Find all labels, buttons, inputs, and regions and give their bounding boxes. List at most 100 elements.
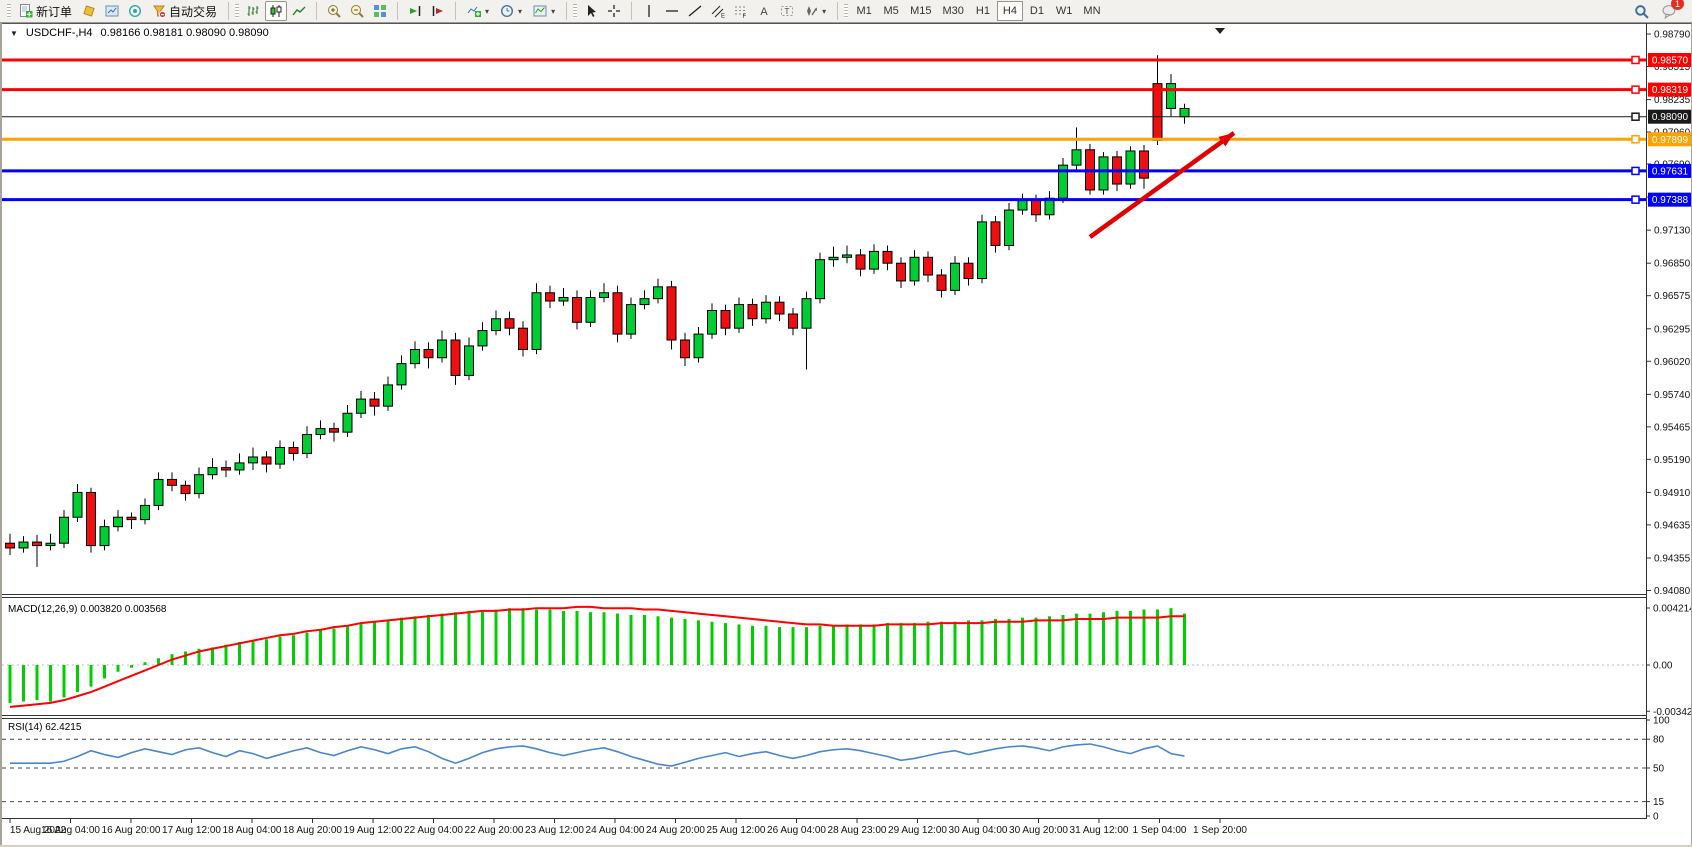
macd-histogram-bar — [778, 627, 781, 665]
level-handle[interactable] — [1632, 113, 1639, 120]
bull-candle — [1005, 210, 1014, 245]
crosshair-button[interactable] — [603, 1, 625, 21]
bull-candle — [600, 293, 609, 298]
level-handle[interactable] — [1632, 56, 1639, 63]
zoom-in-button[interactable] — [323, 1, 345, 21]
auto-scroll-button[interactable] — [404, 1, 426, 21]
timeframe-mn[interactable]: MN — [1078, 1, 1105, 21]
autotrading-label: 自动交易 — [169, 3, 217, 20]
horizontal-line-button[interactable] — [661, 1, 683, 21]
tile-windows-button[interactable] — [369, 1, 391, 21]
collapse-triangle-icon[interactable]: ▼ — [10, 29, 18, 38]
vertical-line-button[interactable] — [638, 1, 660, 21]
bull-candle — [384, 385, 393, 406]
text-button[interactable]: A — [753, 1, 775, 21]
timeframe-m5[interactable]: M5 — [878, 1, 904, 21]
price-tick-label: 0.98235 — [1654, 95, 1691, 106]
dropdown-caret-icon: ▾ — [551, 7, 555, 16]
line-chart-button[interactable] — [288, 1, 310, 21]
bull-candle — [208, 468, 217, 475]
bull-candle — [762, 302, 771, 319]
search-icon — [1634, 4, 1649, 19]
chart-window[interactable]: 0.987900.985150.982350.979600.976900.974… — [0, 23, 1692, 845]
macd-histogram-bar — [846, 624, 849, 665]
bull-candle — [195, 475, 204, 494]
bear-candle — [6, 543, 15, 548]
timeframe-h4[interactable]: H4 — [997, 1, 1023, 21]
timeframe-h1[interactable]: H1 — [970, 1, 996, 21]
level-handle[interactable] — [1632, 136, 1639, 143]
timeframe-m15[interactable]: M15 — [905, 1, 936, 21]
signals-button[interactable] — [124, 1, 146, 21]
trendline-icon — [688, 4, 702, 18]
trendline-button[interactable] — [684, 1, 706, 21]
macd-histogram-bar — [738, 624, 741, 665]
bull-candle — [343, 413, 352, 432]
rsi-axis-label: 15 — [1653, 797, 1665, 808]
level-handle[interactable] — [1632, 196, 1639, 203]
zoom-out-button[interactable] — [346, 1, 368, 21]
chart-canvas[interactable]: 0.987900.985150.982350.979600.976900.974… — [2, 23, 1691, 845]
timeframe-m30[interactable]: M30 — [938, 1, 969, 21]
macd-histogram-bar — [819, 626, 822, 665]
time-tick-label: 28 Aug 23:00 — [828, 825, 887, 836]
candlestick-chart-button[interactable] — [265, 1, 287, 21]
notifications-button[interactable]: 1 — [1658, 1, 1680, 21]
price-tag-label: 0.98570 — [1652, 55, 1689, 66]
dropdown-caret-icon: ▾ — [485, 7, 489, 16]
bull-candle — [829, 257, 838, 259]
macd-histogram-bar — [967, 620, 970, 665]
timeframe-w1[interactable]: W1 — [1051, 1, 1078, 21]
search-button[interactable] — [1630, 1, 1652, 21]
level-handle[interactable] — [1632, 86, 1639, 93]
bull-candle — [735, 305, 744, 329]
macd-indicator-label: MACD(12,26,9) 0.003820 0.003568 — [8, 604, 166, 615]
bull-candle — [1180, 108, 1189, 116]
chart-shift-button[interactable] — [427, 1, 449, 21]
toolbar-group-chart-type — [232, 0, 313, 22]
cursor-icon — [584, 4, 598, 18]
macd-histogram-bar — [657, 616, 660, 665]
toolbar-group-timeframes: M1M5M15M30H1H4D1W1MN — [841, 0, 1108, 22]
timeframe-d1[interactable]: D1 — [1024, 1, 1050, 21]
fibonacci-button[interactable]: F — [730, 1, 752, 21]
new-order-button[interactable]: 新订单 — [14, 1, 77, 21]
price-tick-label: 0.95740 — [1654, 390, 1691, 401]
bear-candle — [775, 302, 784, 314]
bear-candle — [883, 251, 892, 263]
bar-chart-button[interactable] — [242, 1, 264, 21]
add-indicator-button[interactable]: ▾ — [462, 1, 494, 21]
bull-candle — [478, 331, 487, 346]
toolbar-separator — [837, 2, 838, 20]
macd-histogram-bar — [238, 642, 241, 665]
toolbar-group-scroll — [401, 0, 452, 22]
price-tick-label: 0.95465 — [1654, 422, 1691, 433]
macd-histogram-bar — [279, 637, 282, 665]
text-label-button[interactable]: T — [776, 1, 798, 21]
timeframe-m1[interactable]: M1 — [851, 1, 877, 21]
arrows-button[interactable]: ▾ — [799, 1, 831, 21]
equidistant-channel-button[interactable]: E — [707, 1, 729, 21]
autotrading-button[interactable]: 自动交易 — [147, 1, 222, 21]
macd-histogram-bar — [643, 615, 646, 665]
bull-candle — [1018, 201, 1027, 210]
data-window-icon — [105, 4, 119, 18]
cursor-button[interactable] — [580, 1, 602, 21]
templates-button[interactable]: ▾ — [528, 1, 560, 21]
time-tick-label: 17 Aug 12:00 — [162, 825, 221, 836]
svg-text:F: F — [743, 14, 747, 18]
macd-histogram-bar — [319, 630, 322, 665]
macd-histogram-bar — [468, 611, 471, 665]
data-window-button[interactable] — [101, 1, 123, 21]
macd-histogram-bar — [292, 635, 295, 665]
macd-histogram-bar — [603, 612, 606, 665]
periods-clock-icon — [500, 4, 514, 18]
rsi-axis-label: 100 — [1653, 716, 1670, 727]
bull-candle — [627, 305, 636, 335]
macd-histogram-bar — [981, 620, 984, 665]
market-watch-button[interactable] — [78, 1, 100, 21]
bear-candle — [789, 314, 798, 328]
bear-candle — [424, 349, 433, 357]
level-handle[interactable] — [1632, 167, 1639, 174]
periods-button[interactable]: ▾ — [495, 1, 527, 21]
